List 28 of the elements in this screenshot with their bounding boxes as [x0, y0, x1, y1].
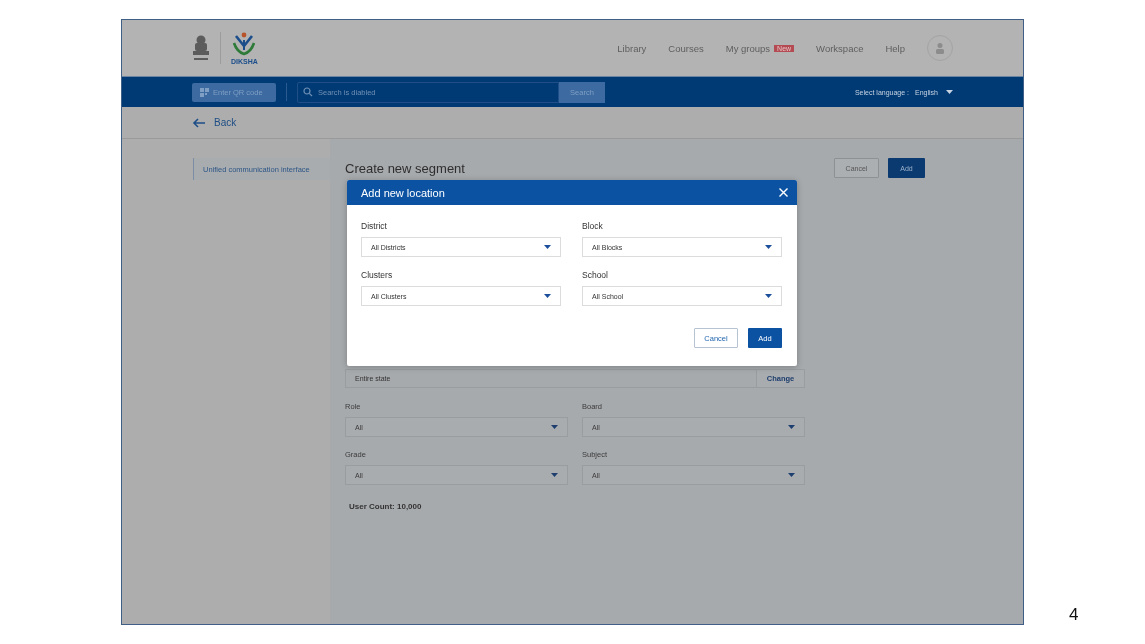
- dialog-title: Add new location: [361, 186, 445, 199]
- caret-icon: [544, 245, 551, 249]
- slide-number: 4: [1069, 605, 1079, 625]
- caret-icon: [544, 294, 551, 298]
- caret-icon: [946, 90, 953, 94]
- field-label: District: [361, 221, 388, 231]
- user-count: User Count: 10,000: [349, 502, 422, 511]
- caret-icon: [765, 245, 772, 249]
- caret-icon: [788, 473, 795, 477]
- back-link[interactable]: Back: [192, 117, 237, 128]
- caret-icon: [551, 473, 558, 477]
- caret-icon: [765, 294, 772, 298]
- close-icon[interactable]: [779, 188, 788, 197]
- caret-icon: [788, 425, 795, 429]
- search-icon: [303, 86, 313, 97]
- caret-icon: [551, 425, 558, 429]
- field-label: School: [582, 270, 609, 280]
- nav-link[interactable]: Workspace: [816, 42, 864, 54]
- page-title: Create new segment: [345, 160, 465, 176]
- emblem-icon: [192, 34, 210, 62]
- field-label: Clusters: [361, 270, 394, 280]
- nav-link[interactable]: Courses: [668, 42, 704, 54]
- nav-link[interactable]: Library: [617, 42, 647, 54]
- nav-link[interactable]: Help: [885, 42, 905, 54]
- qr-code-icon: [200, 87, 209, 97]
- back-arrow-icon: [192, 117, 206, 128]
- diksha-logo-icon: [231, 31, 258, 56]
- field-label: Block: [582, 221, 604, 231]
